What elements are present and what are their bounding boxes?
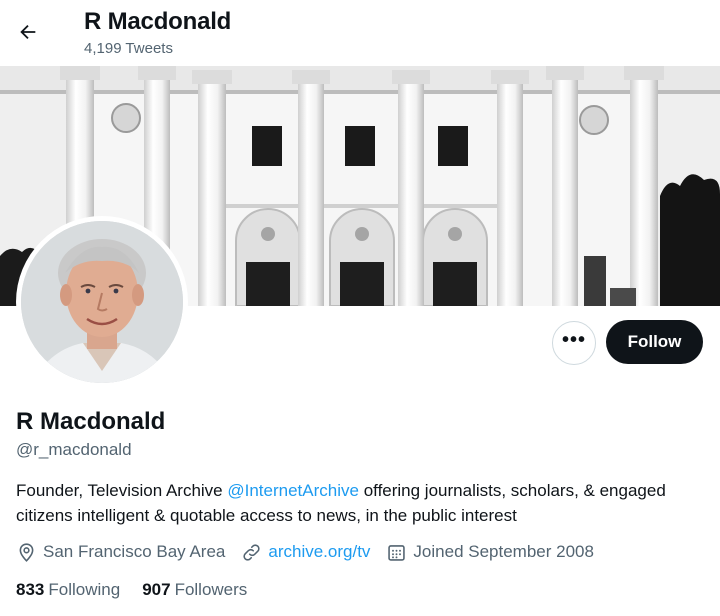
bio-mention-link[interactable]: @InternetArchive [227,481,359,500]
joined-item: Joined September 2008 [386,542,594,563]
link-icon [243,543,260,561]
followers-link[interactable]: 907 Followers [142,580,247,600]
profile-meta: San Francisco Bay Area archive.org/tv Jo… [16,539,610,565]
followers-count: 907 [142,580,171,599]
location-pin-icon [19,542,34,562]
profile-top-bar: R Macdonald 4,199 Tweets [0,0,720,66]
joined-text: Joined September 2008 [413,542,594,561]
arrow-left-icon [20,24,36,40]
location-text: San Francisco Bay Area [43,542,226,561]
website-link[interactable]: archive.org/tv [268,542,370,562]
more-horizontal-icon: ••• [561,329,586,351]
bio-text-start: Founder, Television Archive [16,481,228,500]
following-count: 833 [16,580,45,599]
user-handle: @r_macdonald [16,440,132,459]
following-link[interactable]: 833 Following [16,580,120,600]
header-name: R Macdonald [84,8,232,35]
follow-stats: 833 Following 907 Followers [16,580,269,600]
more-options-button[interactable]: ••• [552,321,596,365]
profile-photo [21,221,183,383]
website-item: archive.org/tv [241,542,370,563]
follow-button[interactable]: Follow [606,320,703,364]
tweet-count: 4,199 Tweets [84,40,173,57]
avatar [21,221,183,383]
calendar-icon [388,544,406,561]
display-name: R Macdonald [16,408,166,435]
profile-bio: Founder, Television Archive @InternetArc… [16,478,706,528]
back-button[interactable] [10,14,46,50]
following-label: Following [48,580,121,599]
avatar-frame[interactable] [16,216,188,388]
location-item: San Francisco Bay Area [16,542,225,563]
followers-label: Followers [174,580,248,599]
